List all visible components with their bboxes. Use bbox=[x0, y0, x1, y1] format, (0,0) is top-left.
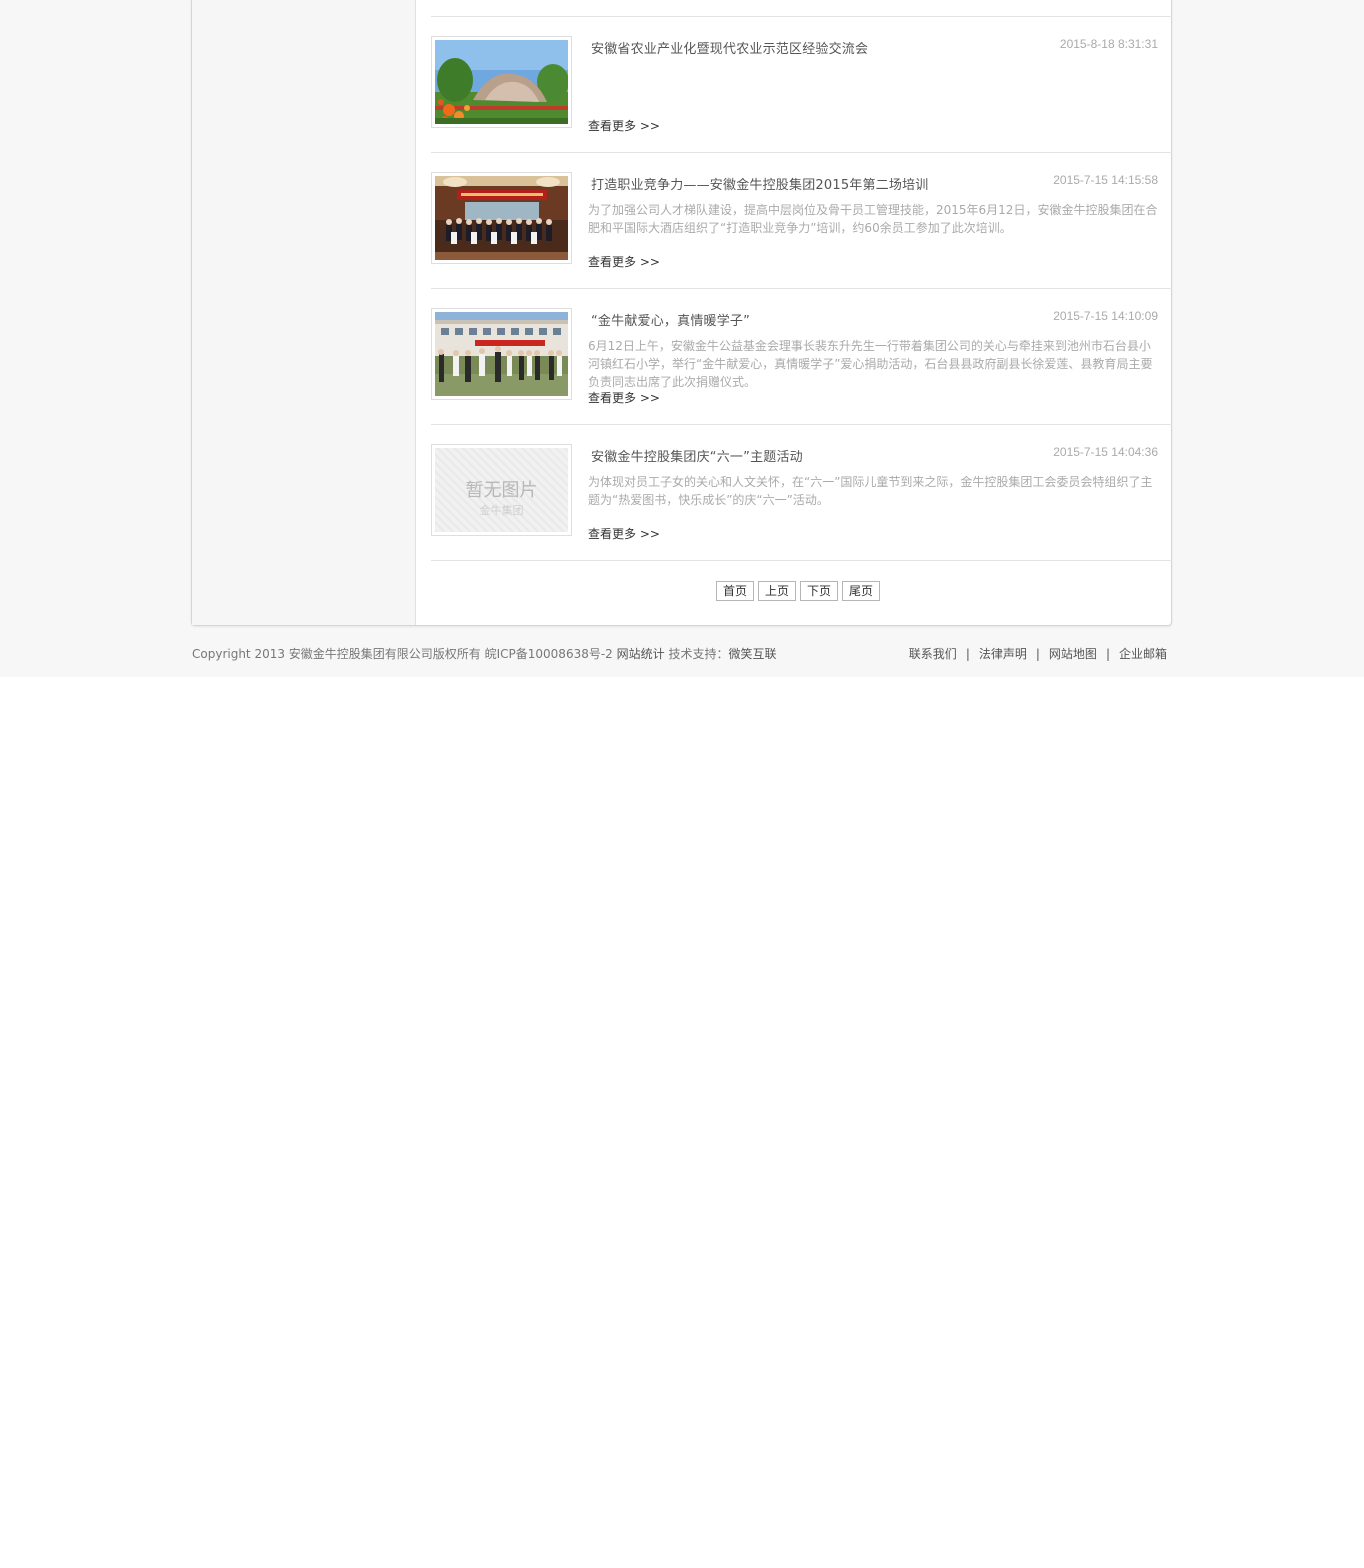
news-summary: 6月12日上午，安徽金牛公益基金会理事长裴东升先生一行带着集团公司的关心与牵挂来… bbox=[588, 339, 1153, 389]
site-stats-link[interactable]: 网站统计 bbox=[617, 647, 665, 661]
news-title[interactable]: 打造职业竞争力——安徽金牛控股集团2015年第二场培训 bbox=[591, 174, 928, 193]
park-garden-photo bbox=[435, 40, 568, 124]
content-frame: 安徽省农业产业化暨现代农业示范区经验交流会 2015-8-18 8:31:31 … bbox=[191, 0, 1172, 626]
footer-copyright: Copyright 2013 安徽金牛控股集团有限公司版权所有 皖ICP备100… bbox=[192, 645, 777, 662]
news-list-panel: 安徽省农业产业化暨现代农业示范区经验交流会 2015-8-18 8:31:31 … bbox=[415, 0, 1172, 625]
read-more-link[interactable]: 查看更多 >> bbox=[588, 117, 660, 134]
copyright-text: Copyright 2013 安徽金牛控股集团有限公司版权所有 皖ICP备100… bbox=[192, 647, 613, 661]
pagination: 首页 上页 下页 尾页 bbox=[716, 581, 881, 601]
news-item: 暂无图片 金牛集团 安徽金牛控股集团庆“六一”主题活动 2015-7-15 14… bbox=[431, 425, 1172, 561]
contact-us-link[interactable]: 联系我们 bbox=[909, 647, 957, 661]
no-image-placeholder: 暂无图片 金牛集团 bbox=[435, 448, 568, 532]
news-item: “金牛献爱心，真情暖学子” 2015-7-15 14:10:09 6月12日上午… bbox=[431, 289, 1172, 425]
group-photo-hall bbox=[435, 176, 568, 260]
prev-page-button[interactable]: 上页 bbox=[758, 581, 797, 601]
footer-separator: | bbox=[1035, 647, 1040, 661]
news-date: 2015-7-15 14:10:09 bbox=[1053, 309, 1158, 323]
footer-links: 联系我们 | 法律声明 | 网站地图 | 企业邮箱 bbox=[909, 645, 1167, 662]
company-mail-link[interactable]: 企业邮箱 bbox=[1119, 647, 1167, 661]
news-thumbnail[interactable] bbox=[431, 308, 572, 400]
last-page-button[interactable]: 尾页 bbox=[842, 581, 881, 601]
news-title[interactable]: “金牛献爱心，真情暖学子” bbox=[591, 310, 750, 329]
read-more-link[interactable]: 查看更多 >> bbox=[588, 253, 660, 270]
first-page-button[interactable]: 首页 bbox=[716, 581, 755, 601]
news-title[interactable]: 安徽省农业产业化暨现代农业示范区经验交流会 bbox=[591, 38, 868, 57]
footer-separator: | bbox=[965, 647, 970, 661]
read-more-link[interactable]: 查看更多 >> bbox=[588, 389, 660, 406]
legal-statement-link[interactable]: 法律声明 bbox=[979, 647, 1027, 661]
placeholder-subtext: 金牛集团 bbox=[479, 504, 524, 517]
sitemap-link[interactable]: 网站地图 bbox=[1049, 647, 1097, 661]
tech-support-label: 技术支持： bbox=[668, 647, 729, 661]
news-summary: 为体现对员工子女的关心和人文关怀，在“六一”国际儿童节到来之际，金牛控股集团工会… bbox=[588, 475, 1153, 507]
news-thumbnail[interactable] bbox=[431, 172, 572, 264]
next-page-button[interactable]: 下页 bbox=[800, 581, 839, 601]
news-thumbnail[interactable] bbox=[431, 36, 572, 128]
placeholder-text: 暂无图片 bbox=[465, 480, 538, 501]
news-title[interactable]: 安徽金牛控股集团庆“六一”主题活动 bbox=[591, 446, 803, 465]
news-summary: 为了加强公司人才梯队建设，提高中层岗位及骨干员工管理技能，2015年6月12日，… bbox=[588, 203, 1158, 235]
news-item: 打造职业竞争力——安徽金牛控股集团2015年第二场培训 2015-7-15 14… bbox=[431, 153, 1172, 289]
sidebar bbox=[192, 0, 415, 625]
news-thumbnail[interactable]: 暂无图片 金牛集团 bbox=[431, 444, 572, 536]
news-item: 安徽省农业产业化暨现代农业示范区经验交流会 2015-8-18 8:31:31 … bbox=[431, 17, 1172, 153]
read-more-link[interactable]: 查看更多 >> bbox=[588, 525, 660, 542]
news-date: 2015-7-15 14:04:36 bbox=[1053, 445, 1158, 459]
news-date: 2015-8-18 8:31:31 bbox=[1059, 37, 1158, 51]
tech-support-link[interactable]: 微笑互联 bbox=[729, 647, 777, 661]
school-donation-photo bbox=[435, 312, 568, 396]
footer-separator: | bbox=[1105, 647, 1110, 661]
news-date: 2015-7-15 14:15:58 bbox=[1053, 173, 1158, 187]
